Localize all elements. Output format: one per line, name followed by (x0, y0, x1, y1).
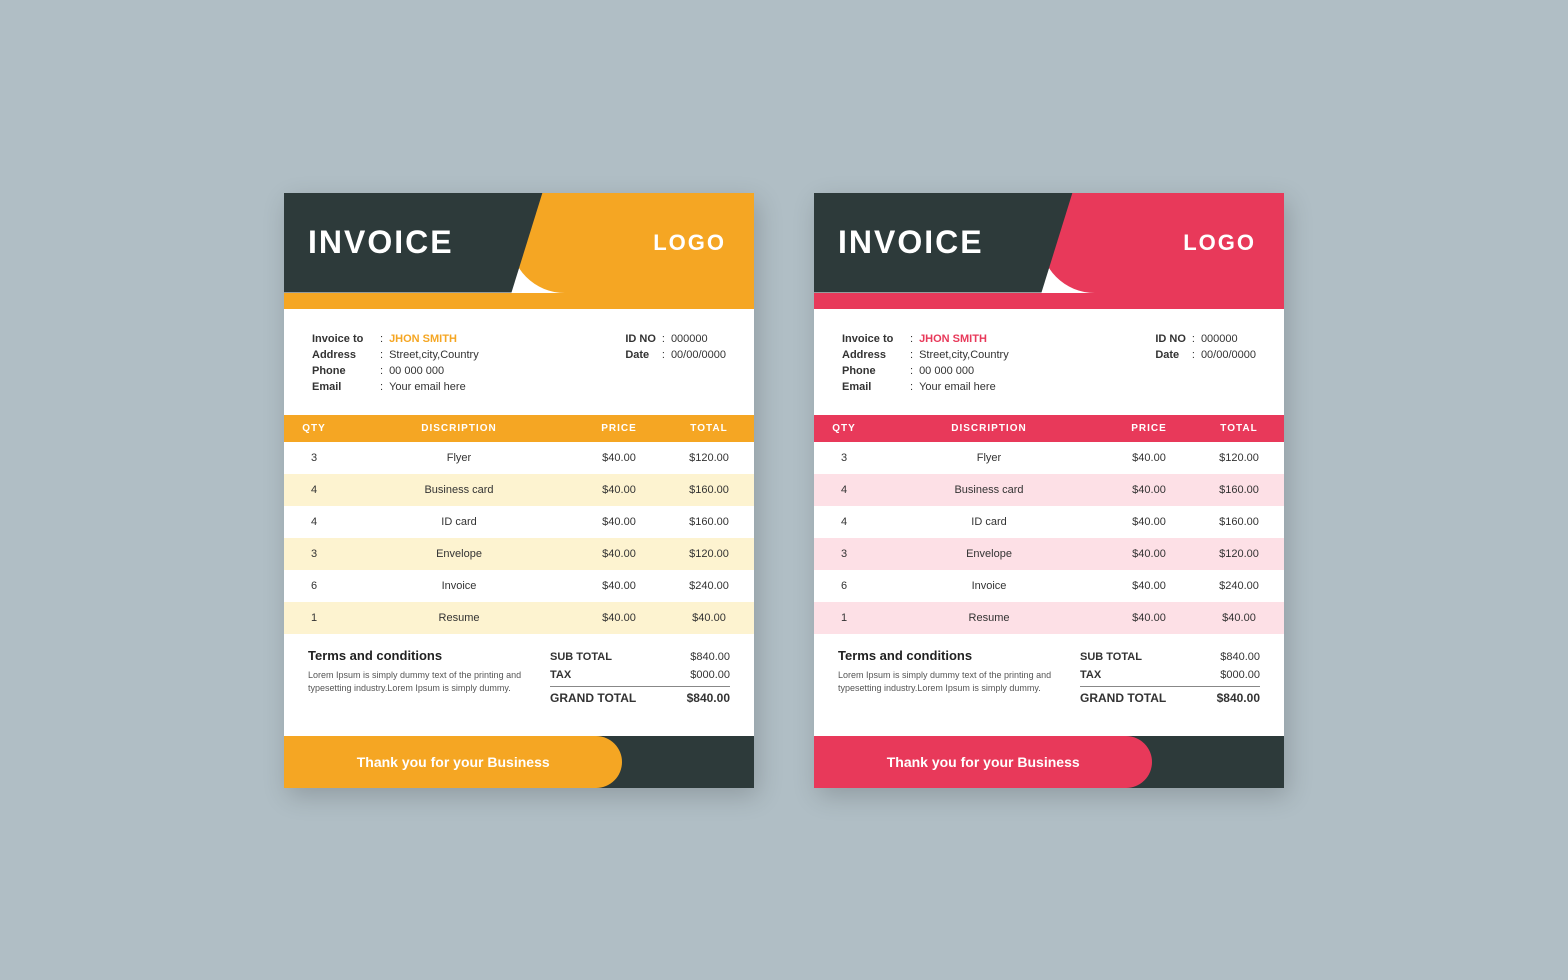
subtotal-row-orange: SUB TOTAL $840.00 (550, 648, 730, 666)
logo-orange: LOGO (653, 230, 726, 256)
date-label-pink: Date (1151, 347, 1190, 363)
invoice-header-pink: INVOICE LOGO (814, 193, 1284, 293)
accent-stripe-pink (814, 293, 1284, 309)
invoice-header-orange: INVOICE LOGO (284, 193, 754, 293)
col-qty-orange: QTY (284, 423, 344, 434)
totals-section-pink: Terms and conditions Lorem Ipsum is simp… (814, 634, 1284, 718)
tax-value-orange: $000.00 (690, 669, 730, 681)
tax-label-pink: TAX (1080, 669, 1101, 681)
tax-row-pink: TAX $000.00 (1080, 666, 1260, 684)
col-desc-orange: DISCRIPTION (344, 423, 574, 434)
terms-block-pink: Terms and conditions Lorem Ipsum is simp… (838, 648, 1070, 708)
invoice-to-name-pink: JHON SMITH (919, 333, 987, 345)
client-left-pink: Invoice to : JHON SMITH Address : Street… (838, 331, 1013, 395)
grand-total-label-pink: GRAND TOTAL (1080, 691, 1166, 705)
grand-total-row-orange: GRAND TOTAL $840.00 (550, 686, 730, 708)
client-left-orange: Invoice to : JHON SMITH Address : Street… (308, 331, 483, 395)
id-value-orange: 000000 (667, 331, 730, 347)
footer-text-orange: Thank you for your Business (357, 754, 550, 770)
subtotal-label-pink: SUB TOTAL (1080, 651, 1142, 663)
table-body-pink: 3Flyer$40.00$120.00 4Business card$40.00… (814, 442, 1284, 634)
table-row: 3Envelope$40.00$120.00 (284, 538, 754, 570)
table-header-pink: QTY DISCRIPTION PRICE TOTAL (814, 415, 1284, 442)
client-info-orange: Invoice to : JHON SMITH Address : Street… (284, 309, 754, 405)
tax-label-orange: TAX (550, 669, 571, 681)
address-value-orange: Street,city,Country (385, 347, 483, 363)
totals-section-orange: Terms and conditions Lorem Ipsum is simp… (284, 634, 754, 718)
phone-label-orange: Phone (308, 363, 378, 379)
table-row: 4Business card$40.00$160.00 (284, 474, 754, 506)
col-qty-pink: QTY (814, 423, 874, 434)
grand-total-row-pink: GRAND TOTAL $840.00 (1080, 686, 1260, 708)
col-price-pink: PRICE (1104, 423, 1194, 434)
table-row: 4ID card$40.00$160.00 (284, 506, 754, 538)
table-row: 4Business card$40.00$160.00 (814, 474, 1284, 506)
invoice-to-label: Invoice to (308, 331, 378, 347)
invoice-pink: INVOICE LOGO Invoice to : JHON SMITH Add… (814, 193, 1284, 788)
date-value-pink: 00/00/0000 (1197, 347, 1260, 363)
col-desc-pink: DISCRIPTION (874, 423, 1104, 434)
table-row: 3Flyer$40.00$120.00 (814, 442, 1284, 474)
phone-label-pink: Phone (838, 363, 908, 379)
table-row: 1Resume$40.00$40.00 (814, 602, 1284, 634)
footer-text-pink: Thank you for your Business (887, 754, 1080, 770)
table-row: 3Flyer$40.00$120.00 (284, 442, 754, 474)
client-info-pink: Invoice to : JHON SMITH Address : Street… (814, 309, 1284, 405)
date-value-orange: 00/00/0000 (667, 347, 730, 363)
email-value-orange: Your email here (385, 379, 483, 395)
accent-stripe-orange (284, 293, 754, 309)
client-right-orange: ID NO : 000000 Date : 00/00/0000 (621, 331, 730, 363)
table-row: 6Invoice$40.00$240.00 (284, 570, 754, 602)
email-label-orange: Email (308, 379, 378, 395)
address-label: Address (308, 347, 378, 363)
table-row: 1Resume$40.00$40.00 (284, 602, 754, 634)
col-total-pink: TOTAL (1194, 423, 1284, 434)
table-row: 3Envelope$40.00$120.00 (814, 538, 1284, 570)
id-value-pink: 000000 (1197, 331, 1260, 347)
header-dark-orange: INVOICE (284, 193, 543, 293)
terms-block-orange: Terms and conditions Lorem Ipsum is simp… (308, 648, 540, 708)
table-body-orange: 3Flyer$40.00$120.00 4Business card$40.00… (284, 442, 754, 634)
invoice-title-orange: INVOICE (308, 224, 454, 261)
address-label-pink: Address (838, 347, 908, 363)
date-label-orange: Date (621, 347, 660, 363)
logo-pink: LOGO (1183, 230, 1256, 256)
subtotal-label-orange: SUB TOTAL (550, 651, 612, 663)
col-total-orange: TOTAL (664, 423, 754, 434)
email-label-pink: Email (838, 379, 908, 395)
grand-total-label-orange: GRAND TOTAL (550, 691, 636, 705)
id-label-pink: ID NO (1151, 331, 1190, 347)
terms-title-orange: Terms and conditions (308, 648, 540, 663)
table-header-orange: QTY DISCRIPTION PRICE TOTAL (284, 415, 754, 442)
subtotal-row-pink: SUB TOTAL $840.00 (1080, 648, 1260, 666)
terms-text-orange: Lorem Ipsum is simply dummy text of the … (308, 669, 540, 696)
subtotal-value-orange: $840.00 (690, 651, 730, 663)
grand-total-value-orange: $840.00 (687, 691, 730, 705)
email-value-pink: Your email here (915, 379, 1013, 395)
footer-orange: Thank you for your Business (284, 736, 754, 788)
address-value-pink: Street,city,Country (915, 347, 1013, 363)
client-right-pink: ID NO : 000000 Date : 00/00/0000 (1151, 331, 1260, 363)
terms-text-pink: Lorem Ipsum is simply dummy text of the … (838, 669, 1070, 696)
invoice-title-pink: INVOICE (838, 224, 984, 261)
terms-title-pink: Terms and conditions (838, 648, 1070, 663)
tax-row-orange: TAX $000.00 (550, 666, 730, 684)
table-row: 6Invoice$40.00$240.00 (814, 570, 1284, 602)
table-row: 4ID card$40.00$160.00 (814, 506, 1284, 538)
invoice-to-label-pink: Invoice to (838, 331, 908, 347)
phone-value-pink: 00 000 000 (915, 363, 1013, 379)
subtotal-value-pink: $840.00 (1220, 651, 1260, 663)
grand-total-value-pink: $840.00 (1217, 691, 1260, 705)
invoice-to-name-orange: JHON SMITH (389, 333, 457, 345)
header-dark-pink: INVOICE (814, 193, 1073, 293)
id-label-orange: ID NO (621, 331, 660, 347)
tax-value-pink: $000.00 (1220, 669, 1260, 681)
totals-block-pink: SUB TOTAL $840.00 TAX $000.00 GRAND TOTA… (1080, 648, 1260, 708)
col-price-orange: PRICE (574, 423, 664, 434)
phone-value-orange: 00 000 000 (385, 363, 483, 379)
totals-block-orange: SUB TOTAL $840.00 TAX $000.00 GRAND TOTA… (550, 648, 730, 708)
footer-pink: Thank you for your Business (814, 736, 1284, 788)
invoice-orange: INVOICE LOGO Invoice to : JHON SMITH Add… (284, 193, 754, 788)
